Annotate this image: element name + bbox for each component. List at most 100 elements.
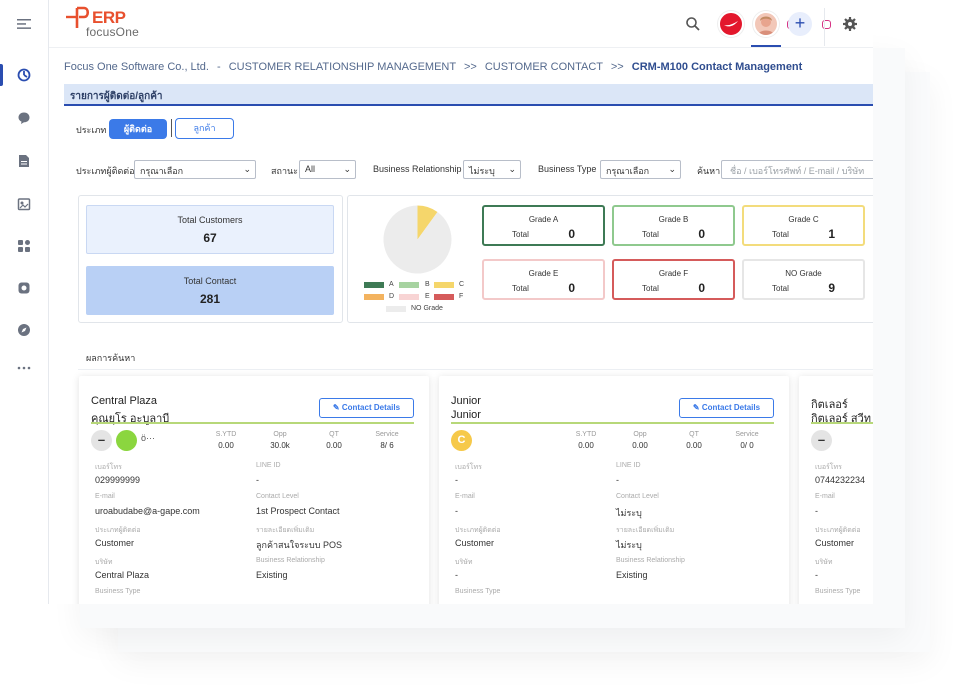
business-relationship-label: Business Relationship	[373, 164, 462, 174]
collapse-button[interactable]: –	[91, 430, 112, 451]
customer-type-button[interactable]: ลูกค้า	[175, 118, 234, 139]
user-avatar-2[interactable]	[753, 11, 779, 37]
field-label: บริษัท	[455, 559, 473, 566]
business-type-select[interactable]: กรุณาเลือก ⌄	[600, 160, 681, 179]
field-label: Business Relationship	[256, 557, 325, 564]
business-relationship-value: Existing	[256, 570, 288, 580]
grade-a-card[interactable]: Grade A Total 0	[482, 205, 605, 246]
status-value: All	[305, 164, 316, 174]
field-label: E-mail	[815, 493, 835, 500]
contact-details-button[interactable]: ✎ Contact Details	[319, 398, 414, 418]
grade-total-value: 0	[568, 227, 575, 241]
collapse-button[interactable]: –	[811, 430, 832, 451]
total-customers-label: Total Customers	[177, 215, 243, 225]
breadcrumb-separator: -	[216, 61, 221, 73]
grade-total-label: Total	[512, 284, 529, 293]
grade-total-value: 0	[698, 227, 705, 241]
contact-details-label: Contact Details	[701, 403, 761, 412]
legend-swatch-e	[399, 294, 419, 300]
document-icon[interactable]	[17, 154, 31, 168]
contact-level-value: 1st Prospect Contact	[256, 506, 340, 516]
card-divider	[451, 422, 774, 424]
contact-card: กิตเลอร์ กิตเลอร์ สวีท – เบอร์โทร 074423…	[799, 376, 873, 604]
grade-total-label: Total	[772, 284, 789, 293]
breadcrumb-company[interactable]: Focus One Software Co., Ltd.	[64, 61, 209, 73]
field-label: Business Type	[95, 588, 141, 595]
stat-header: Service	[735, 431, 759, 438]
chevron-down-icon: ⌄	[668, 164, 676, 174]
status-select[interactable]: All ⌄	[299, 160, 356, 179]
compass-icon[interactable]	[17, 323, 31, 337]
grade-title: Grade F	[658, 269, 689, 278]
total-customers-box: Total Customers 67	[86, 205, 334, 254]
field-label: LINE ID	[616, 462, 641, 469]
field-label: บริษัท	[95, 559, 113, 566]
type-label: ประเภท	[76, 125, 107, 135]
line-value: -	[256, 475, 259, 485]
chat-icon[interactable]	[17, 111, 31, 125]
business-type-value: กรุณาเลือก	[606, 166, 650, 176]
field-label: LINE ID	[256, 462, 281, 469]
business-relationship-select[interactable]: ไม่ระบุ ⌄	[463, 160, 521, 179]
user-avatar-1[interactable]	[718, 11, 744, 37]
search-input[interactable]: ชื่อ / เบอร์โทรศัพท์ / E-mail / บริษัท	[721, 160, 873, 179]
field-label: E-mail	[95, 493, 115, 500]
total-contact-value: 281	[199, 292, 221, 306]
contact-card: Central Plaza คุณยุโร อะบูลาบี ✎ Contact…	[79, 376, 429, 604]
field-label: Contact Level	[616, 493, 659, 500]
total-contact-label: Total Contact	[183, 276, 237, 286]
contact-details-button[interactable]: ✎ Contact Details	[679, 398, 774, 418]
legend-swatch-b	[399, 282, 419, 288]
company-value: Central Plaza	[95, 570, 150, 580]
grade-title: Grade E	[528, 269, 559, 278]
contact-details-label: Contact Details	[341, 403, 401, 412]
stat-value: 30.0k	[270, 441, 290, 450]
no-grade-card[interactable]: NO Grade Total 9	[742, 259, 865, 300]
contact-type-select[interactable]: กรุณาเลือก ⌄	[134, 160, 256, 179]
contact-avatar: C	[451, 430, 472, 451]
breadcrumb-current: CRM-M100 Contact Management	[631, 61, 803, 73]
grade-f-card[interactable]: Grade F Total 0	[612, 259, 735, 300]
status-dot	[116, 430, 137, 451]
search-icon[interactable]	[685, 16, 701, 32]
stat-value: 0/ 0	[740, 441, 754, 450]
gear-icon[interactable]	[842, 16, 858, 32]
legend-swatch-a	[364, 282, 384, 288]
business-relationship-value: Existing	[616, 570, 648, 580]
legend-swatch-c	[434, 282, 454, 288]
add-button[interactable]: +	[788, 12, 812, 36]
phone-value: -	[455, 475, 458, 485]
stat-header: Service	[375, 431, 399, 438]
dashboard-icon[interactable]	[17, 68, 31, 82]
grade-e-card[interactable]: Grade E Total 0	[482, 259, 605, 300]
menu-icon[interactable]	[17, 17, 31, 31]
report-icon[interactable]	[17, 197, 31, 211]
camera-icon[interactable]	[17, 281, 31, 295]
grade-title: Grade A	[528, 215, 559, 224]
grade-title: Grade C	[788, 215, 819, 224]
grade-c-card[interactable]: Grade C Total 1	[742, 205, 865, 246]
grade-total-label: Total	[642, 230, 659, 239]
pencil-icon: ✎	[692, 403, 702, 412]
stat-header: S.YTD	[215, 431, 237, 438]
contact-type-value: Customer	[95, 538, 135, 548]
field-label: บริษัท	[815, 559, 833, 566]
grade-b-card[interactable]: Grade B Total 0	[612, 205, 735, 246]
grade-total-value: 0	[698, 281, 705, 295]
field-label: Business Type	[455, 588, 501, 595]
details-value: ลูกค้าสนใจระบบ POS	[256, 540, 342, 550]
breadcrumb-section[interactable]: CUSTOMER CONTACT	[485, 61, 603, 73]
legend-label-e: E	[425, 293, 430, 300]
app-window: ERP focusOne + Focus One Software Co., L…	[0, 0, 873, 604]
apps-icon[interactable]	[17, 239, 31, 253]
grade-total-value: 1	[828, 227, 835, 241]
more-icon[interactable]	[17, 361, 31, 375]
contact-type-button[interactable]: ผู้ติดต่อ	[109, 119, 167, 139]
field-label: Business Relationship	[616, 557, 685, 564]
legend-label-d: D	[389, 293, 395, 300]
field-label: รายละเอียดเพิ่มเติม	[256, 527, 315, 534]
legend-label-a: A	[389, 281, 394, 288]
breadcrumb-module[interactable]: CUSTOMER RELATIONSHIP MANAGEMENT	[229, 61, 456, 73]
grade-total-value: 9	[828, 281, 835, 295]
stat-value: 0.00	[686, 441, 702, 450]
